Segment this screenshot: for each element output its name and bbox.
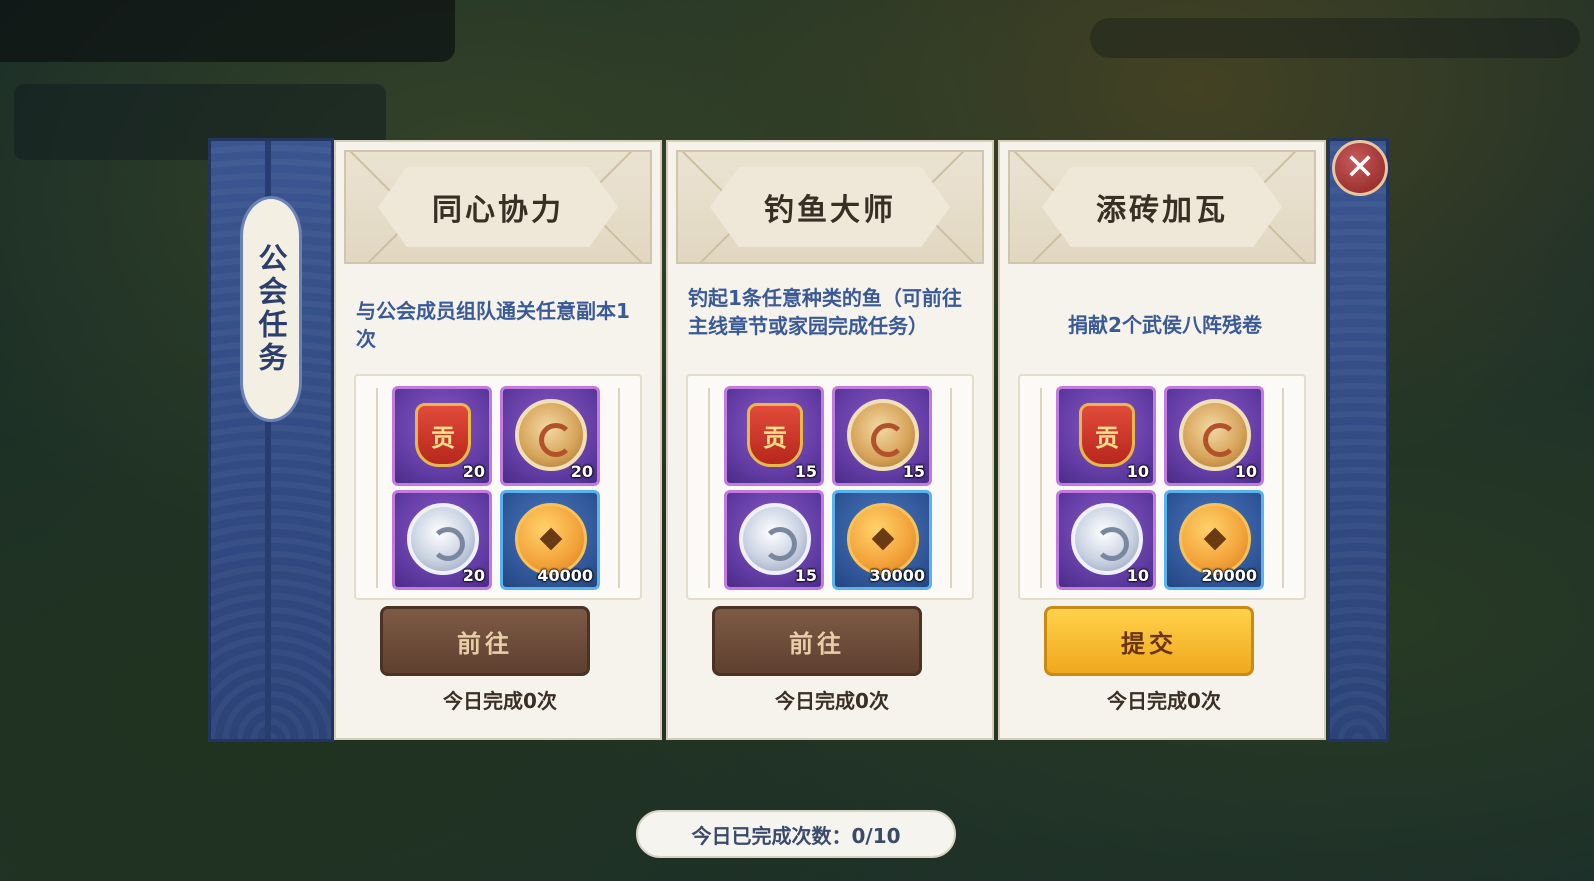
reward-item[interactable]: 20 bbox=[500, 386, 600, 486]
reward-item[interactable]: 30000 bbox=[832, 490, 932, 590]
reward-item[interactable]: 20 bbox=[392, 490, 492, 590]
contribution-token-icon: 贡 bbox=[747, 403, 803, 467]
task-card: 钓鱼大师 钓起1条任意种类的鱼（可前往主线章节或家园完成任务） 贡 15 15 … bbox=[666, 140, 994, 740]
go-button[interactable]: 前往 bbox=[712, 606, 922, 676]
task-description: 与公会成员组队通关任意副本1次 bbox=[356, 299, 630, 351]
guild-tasks-title-plate: 公会任务 bbox=[240, 196, 302, 422]
reward-count: 30000 bbox=[869, 566, 925, 585]
gold-dragon-medal-icon bbox=[847, 399, 919, 471]
go-button[interactable]: 前往 bbox=[380, 606, 590, 676]
gold-dragon-medal-icon bbox=[515, 399, 587, 471]
task-title: 钓鱼大师 bbox=[764, 193, 896, 228]
task-description: 捐献2个武侯八阵残卷 bbox=[1068, 313, 1262, 337]
reward-item[interactable]: 40000 bbox=[500, 490, 600, 590]
submit-button[interactable]: 提交 bbox=[1044, 606, 1254, 676]
reward-count: 15 bbox=[794, 566, 817, 585]
gold-dragon-medal-icon bbox=[1179, 399, 1251, 471]
task-title: 添砖加瓦 bbox=[1096, 193, 1228, 228]
copper-coin-icon bbox=[847, 503, 919, 575]
contribution-token-icon: 贡 bbox=[1079, 403, 1135, 467]
daily-completion-count: 今日完成0次 bbox=[1107, 689, 1221, 713]
reward-panel: 贡 10 10 10 20000 bbox=[1018, 374, 1306, 600]
task-card: 添砖加瓦 捐献2个武侯八阵残卷 贡 10 10 10 20000 提交 今日完成… bbox=[998, 140, 1326, 740]
silver-dragon-medal-icon bbox=[1071, 503, 1143, 575]
reward-count: 40000 bbox=[537, 566, 593, 585]
close-icon: ✕ bbox=[1344, 147, 1376, 188]
reward-count: 20 bbox=[570, 462, 593, 481]
page-title: 公会任务 bbox=[254, 243, 288, 375]
reward-count: 20 bbox=[462, 462, 485, 481]
reward-item[interactable]: 10 bbox=[1056, 490, 1156, 590]
reward-count: 10 bbox=[1126, 566, 1149, 585]
reward-count: 20000 bbox=[1201, 566, 1257, 585]
close-button[interactable]: ✕ bbox=[1332, 140, 1388, 196]
task-title-banner: 同心协力 bbox=[344, 150, 652, 264]
task-title-banner: 钓鱼大师 bbox=[676, 150, 984, 264]
reward-count: 15 bbox=[902, 462, 925, 481]
task-description: 钓起1条任意种类的鱼（可前往主线章节或家园完成任务） bbox=[688, 286, 962, 338]
daily-completion-count: 今日完成0次 bbox=[443, 689, 557, 713]
daily-total-status: 今日已完成次数：0/10 bbox=[636, 810, 956, 858]
copper-coin-icon bbox=[515, 503, 587, 575]
reward-item[interactable]: 贡 15 bbox=[724, 386, 824, 486]
reward-panel: 贡 20 20 20 40000 bbox=[354, 374, 642, 600]
reward-item[interactable]: 10 bbox=[1164, 386, 1264, 486]
reward-panel: 贡 15 15 15 30000 bbox=[686, 374, 974, 600]
silver-dragon-medal-icon bbox=[407, 503, 479, 575]
daily-completion-count: 今日完成0次 bbox=[775, 689, 889, 713]
contribution-token-icon: 贡 bbox=[415, 403, 471, 467]
reward-count: 20 bbox=[462, 566, 485, 585]
reward-item[interactable]: 20000 bbox=[1164, 490, 1264, 590]
task-card: 同心协力 与公会成员组队通关任意副本1次 贡 20 20 20 40000 前往… bbox=[334, 140, 662, 740]
reward-item[interactable]: 贡 20 bbox=[392, 386, 492, 486]
task-title-banner: 添砖加瓦 bbox=[1008, 150, 1316, 264]
reward-count: 10 bbox=[1126, 462, 1149, 481]
reward-count: 15 bbox=[794, 462, 817, 481]
silver-dragon-medal-icon bbox=[739, 503, 811, 575]
reward-item[interactable]: 贡 10 bbox=[1056, 386, 1156, 486]
copper-coin-icon bbox=[1179, 503, 1251, 575]
task-title: 同心协力 bbox=[432, 193, 564, 228]
reward-item[interactable]: 15 bbox=[724, 490, 824, 590]
reward-count: 10 bbox=[1234, 462, 1257, 481]
right-side-panel bbox=[1327, 138, 1389, 742]
reward-item[interactable]: 15 bbox=[832, 386, 932, 486]
